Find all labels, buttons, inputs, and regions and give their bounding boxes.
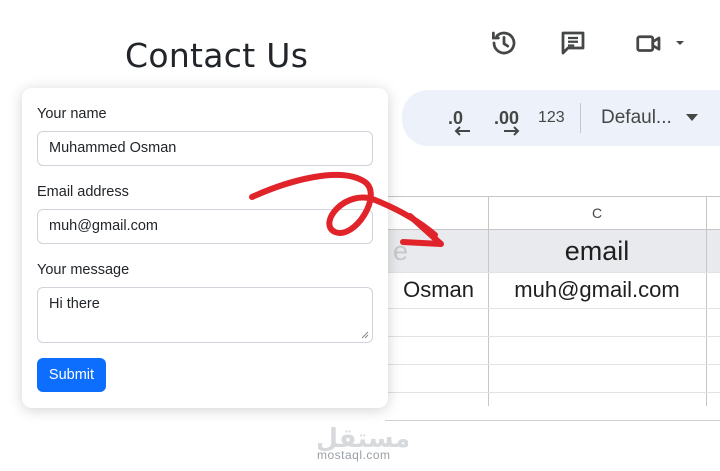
- data-cell-name[interactable]: Osman: [385, 272, 488, 308]
- gridline: [385, 308, 720, 309]
- message-text: Hi there: [49, 296, 100, 312]
- message-label: Your message: [37, 262, 130, 278]
- gridline: [385, 336, 720, 337]
- resize-handle-icon[interactable]: [361, 331, 369, 339]
- increase-decimal-label: .00: [494, 107, 520, 128]
- column-header-c[interactable]: C: [488, 196, 706, 230]
- chevron-down-icon[interactable]: [668, 26, 692, 60]
- page-title: Contact Us: [125, 36, 309, 75]
- history-icon[interactable]: [487, 26, 521, 60]
- increase-decimal-button[interactable]: .00: [494, 90, 520, 146]
- gridline: [385, 392, 720, 393]
- gridline: [385, 272, 720, 273]
- chevron-down-icon: [685, 114, 698, 121]
- gridline: [385, 420, 720, 421]
- submit-button[interactable]: Submit: [37, 358, 106, 392]
- format-number-label: 123: [538, 109, 565, 126]
- gridline: [488, 196, 489, 406]
- watermark-site: mostaql.com: [317, 448, 391, 462]
- data-cell-email-text: muh@gmail.com: [514, 277, 680, 302]
- column-header-d[interactable]: [706, 196, 720, 230]
- header-cell-d[interactable]: [706, 230, 720, 272]
- decrease-decimal-button[interactable]: .0: [448, 90, 470, 146]
- name-label: Your name: [37, 106, 107, 122]
- email-label: Email address: [37, 184, 129, 200]
- message-field[interactable]: Hi there: [37, 287, 373, 343]
- gridline: [706, 196, 707, 406]
- decrease-decimal-label: .0: [448, 107, 464, 128]
- gridline: [385, 364, 720, 365]
- toolbar-divider: [580, 103, 581, 133]
- header-cell-email[interactable]: email: [488, 230, 706, 272]
- curly-arrow-icon: [249, 172, 444, 247]
- comment-icon[interactable]: [556, 26, 590, 60]
- data-cell-name-text: Osman: [403, 277, 474, 302]
- video-call-icon[interactable]: [632, 26, 666, 60]
- format-number-button[interactable]: 123: [538, 90, 565, 146]
- font-select-label: Defaul...: [601, 107, 672, 128]
- data-cell-email[interactable]: muh@gmail.com: [488, 272, 706, 308]
- header-cell-email-text: email: [564, 235, 630, 266]
- font-select[interactable]: Defaul...: [601, 90, 698, 146]
- column-header-label: C: [591, 204, 603, 221]
